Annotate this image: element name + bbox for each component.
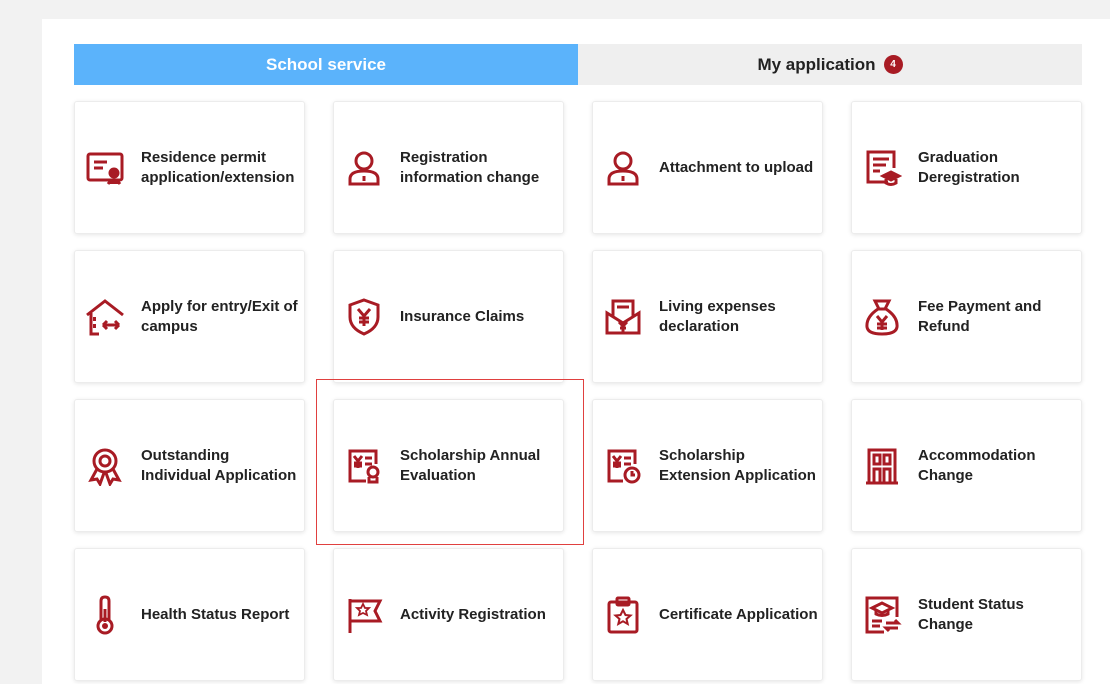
- thermometer-icon: [85, 595, 125, 635]
- flag-star-icon: [344, 595, 384, 635]
- campus-gate-icon: [85, 297, 125, 337]
- service-card-scholarship-extension[interactable]: Scholarship Extension Application: [592, 399, 823, 532]
- service-card-residence-permit[interactable]: Residence permit application/extension: [74, 101, 305, 234]
- service-card-certificate-application[interactable]: Certificate Application: [592, 548, 823, 681]
- money-bag-icon: [862, 297, 902, 337]
- graduation-document-icon: [862, 148, 902, 188]
- service-card-registration-info-change[interactable]: Registration information change: [333, 101, 564, 234]
- service-card-label: Outstanding Individual Application: [141, 446, 297, 484]
- service-card-fee-payment-refund[interactable]: Fee Payment and Refund: [851, 250, 1082, 383]
- service-card-living-expenses[interactable]: Living expenses declaration: [592, 250, 823, 383]
- service-card-label: Registration information change: [400, 148, 540, 186]
- service-card-accommodation-change[interactable]: Accommodation Change: [851, 399, 1082, 532]
- service-card-scholarship-annual-evaluation[interactable]: Scholarship Annual Evaluation: [333, 399, 564, 532]
- id-card-icon: [85, 148, 125, 188]
- service-card-label: Living expenses declaration: [659, 297, 776, 335]
- scholarship-certificate-icon: [344, 446, 384, 486]
- service-card-student-status-change[interactable]: Student Status Change: [851, 548, 1082, 681]
- tab-my-application-label: My application: [757, 54, 876, 74]
- tab-my-application[interactable]: My application 4: [578, 44, 1082, 85]
- user-icon: [344, 148, 384, 188]
- service-tabs: School service My application 4: [74, 44, 1082, 85]
- clipboard-star-icon: [603, 595, 643, 635]
- service-card-campus-entry-exit[interactable]: Apply for entry/Exit of campus: [74, 250, 305, 383]
- insurance-shield-icon: [344, 297, 384, 337]
- award-medal-icon: [85, 446, 125, 486]
- service-card-attachment-upload[interactable]: Attachment to upload: [592, 101, 823, 234]
- service-card-label: Graduation Deregistration: [918, 148, 1020, 186]
- service-card-insurance-claims[interactable]: Insurance Claims: [333, 250, 564, 383]
- service-card-label: Accommodation Change: [918, 446, 1036, 484]
- building-icon: [862, 446, 902, 486]
- expense-envelope-icon: [603, 297, 643, 337]
- service-card-graduation-deregistration[interactable]: Graduation Deregistration: [851, 101, 1082, 234]
- service-card-label: Apply for entry/Exit of campus: [141, 297, 298, 335]
- user-upload-icon: [603, 148, 643, 188]
- service-card-label: Residence permit application/extension: [141, 148, 295, 186]
- service-card-outstanding-individual[interactable]: Outstanding Individual Application: [74, 399, 305, 532]
- service-card-label: Scholarship Annual Evaluation: [400, 446, 541, 484]
- service-card-label: Attachment to upload: [659, 158, 814, 176]
- service-card-label: Student Status Change: [918, 595, 1024, 633]
- service-card-label: Scholarship Extension Application: [659, 446, 816, 484]
- tab-school-service[interactable]: School service: [74, 44, 578, 85]
- service-card-label: Certificate Application: [659, 605, 818, 623]
- tab-school-service-label: School service: [265, 54, 386, 74]
- service-card-activity-registration[interactable]: Activity Registration: [333, 548, 564, 681]
- service-card-label: Activity Registration: [400, 605, 546, 623]
- service-card-label: Insurance Claims: [400, 307, 525, 325]
- service-card-label: Fee Payment and Refund: [918, 297, 1042, 335]
- scholarship-clock-icon: [603, 446, 643, 486]
- service-card-health-status-report[interactable]: Health Status Report: [74, 548, 305, 681]
- application-count-badge: 4: [883, 55, 903, 74]
- service-card-label: Health Status Report: [141, 605, 290, 623]
- student-status-icon: [862, 595, 902, 635]
